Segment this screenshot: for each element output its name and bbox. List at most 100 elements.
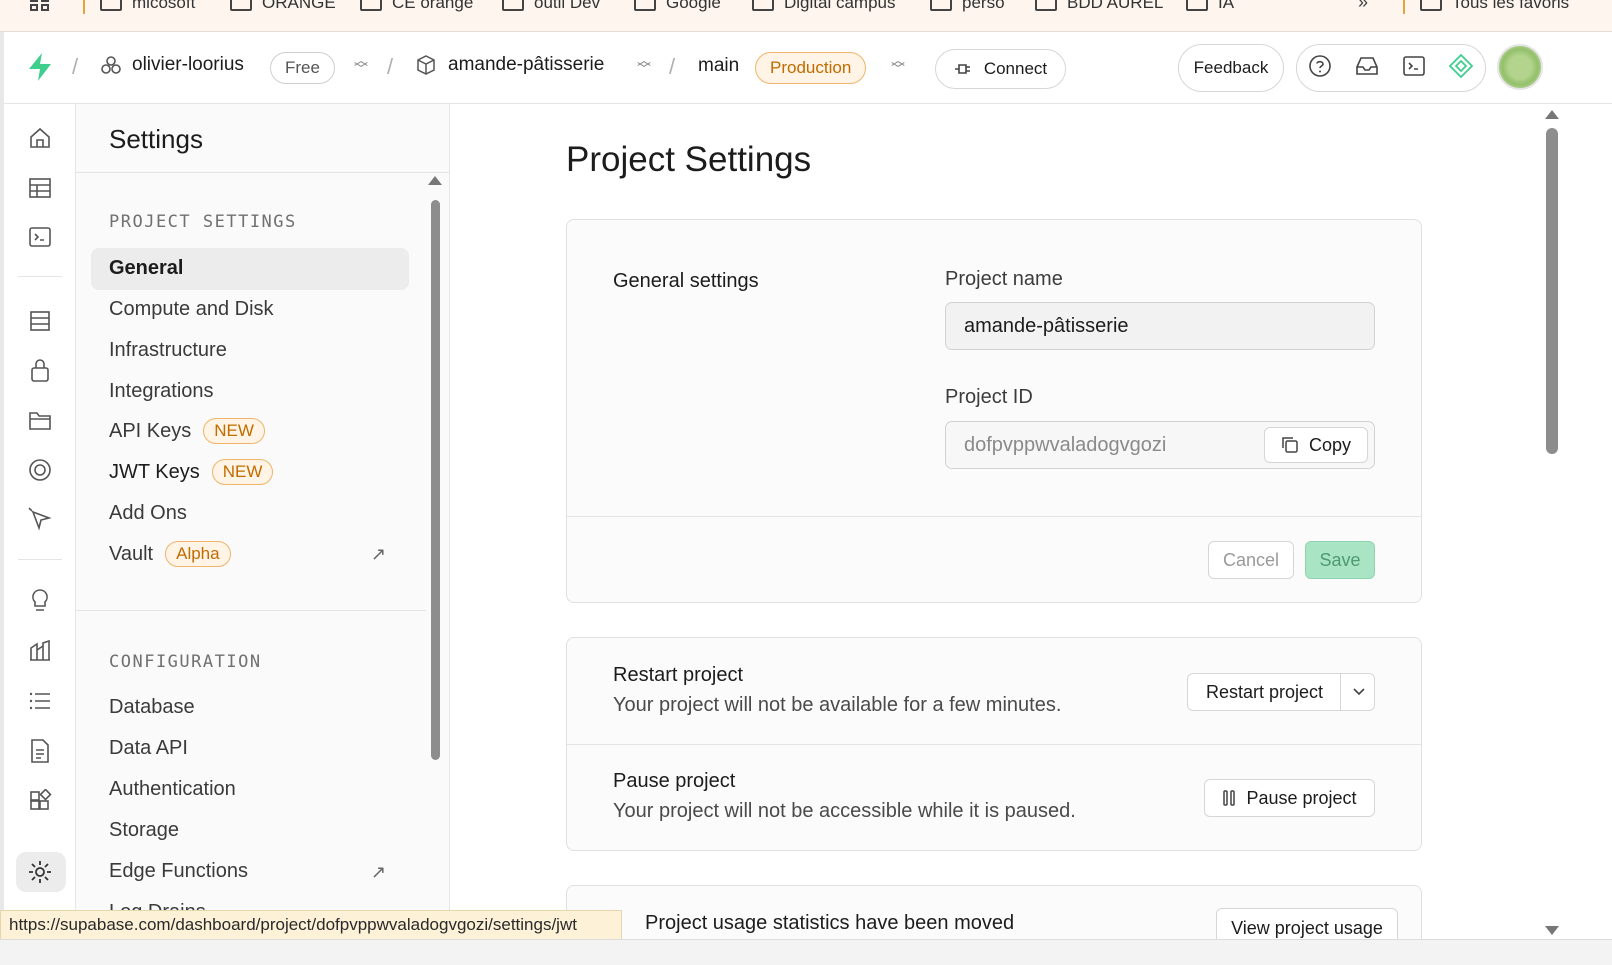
auth-lock-icon[interactable] [26, 356, 54, 384]
menu-item-infrastructure[interactable]: Infrastructure [109, 339, 227, 362]
menu-item-edge-functions[interactable]: Edge Functions [109, 860, 248, 883]
assistant-icon[interactable] [1448, 53, 1474, 84]
menu-item-authentication[interactable]: Authentication [109, 778, 236, 801]
org-switcher-chevrons-icon[interactable]: ︿ ﹀ [354, 53, 368, 76]
project-id-label: Project ID [945, 386, 1033, 408]
page-title: Project Settings [566, 140, 812, 179]
terminal-icon[interactable] [1402, 54, 1426, 83]
reports-icon[interactable] [26, 637, 54, 665]
menu-item-general[interactable]: General [109, 257, 183, 280]
cancel-button[interactable]: Cancel [1208, 541, 1294, 579]
supabase-logo-icon[interactable] [26, 52, 54, 82]
inbox-icon[interactable] [1354, 55, 1380, 82]
bookmark-label: Digital campus [784, 0, 896, 12]
view-project-usage-button[interactable]: View project usage [1216, 908, 1398, 939]
bookmark-folder[interactable]: Digital campus [752, 0, 896, 14]
environment-badge: Production [755, 52, 867, 84]
menu-scroll-up-arrow[interactable] [428, 176, 442, 185]
apps-grid-icon[interactable] [30, 0, 50, 12]
menu-item-compute-and-disk[interactable]: Compute and Disk [109, 298, 274, 321]
menu-item-label: Add Ons [109, 502, 187, 524]
page-scrollbar-thumb[interactable] [1546, 128, 1558, 454]
api-docs-icon[interactable] [26, 737, 54, 765]
menu-item-integrations[interactable]: Integrations [109, 380, 214, 403]
bookmark-folder[interactable]: ORANGE [230, 0, 336, 14]
home-icon[interactable] [26, 124, 54, 152]
rail-divider [18, 276, 62, 277]
page-scroll-up-arrow[interactable] [1545, 110, 1559, 119]
sql-editor-icon[interactable] [26, 223, 54, 251]
settings-gear-icon[interactable] [26, 858, 54, 886]
restart-project-label: Restart project [1206, 681, 1324, 702]
project-selector[interactable]: amande-pâtisserie [416, 54, 604, 76]
feedback-button[interactable]: Feedback [1178, 44, 1284, 92]
save-button[interactable]: Save [1305, 541, 1375, 579]
bookmark-folder[interactable]: micosoft [100, 0, 195, 14]
bookmarks-overflow-button[interactable]: » [1358, 0, 1368, 13]
bookmark-folder[interactable]: Google [634, 0, 721, 14]
menu-item-vault[interactable]: Vault Alpha [109, 541, 231, 567]
menu-item-label: Edge Functions [109, 860, 248, 882]
project-name-input[interactable]: amande-pâtisserie [945, 302, 1375, 350]
bookmark-label: ORANGE [262, 0, 336, 12]
menu-scrollbar-thumb[interactable] [431, 200, 440, 760]
branch-switcher-chevrons-icon[interactable]: ︿ ﹀ [891, 53, 905, 76]
project-actions-card: Restart project Your project will not be… [566, 637, 1422, 851]
toolbar-icon-group [1296, 44, 1486, 92]
menu-item-label: Authentication [109, 778, 236, 800]
usage-moved-title: Project usage statistics have been moved [645, 912, 1015, 934]
folder-icon [100, 0, 122, 11]
split-button-divider [1340, 673, 1341, 711]
copy-button[interactable]: Copy [1264, 427, 1368, 463]
help-icon[interactable] [1308, 54, 1332, 83]
project-box-icon [417, 55, 435, 75]
pause-icon [1223, 790, 1236, 806]
breadcrumb-separator: / [669, 54, 676, 79]
menu-item-data-api[interactable]: Data API [109, 737, 188, 760]
copy-icon [1282, 437, 1298, 453]
connect-button[interactable]: Connect [935, 49, 1066, 89]
bookmark-label: Google [666, 0, 721, 12]
menu-item-database[interactable]: Database [109, 696, 195, 719]
general-settings-card: General settings Project name amande-pât… [566, 219, 1422, 603]
restart-options-chevron-icon[interactable] [1347, 680, 1371, 704]
settings-menu: Settings PROJECT SETTINGS General Comput… [76, 104, 450, 939]
menu-item-label: Storage [109, 819, 180, 841]
table-editor-icon[interactable] [26, 174, 54, 202]
branch-name[interactable]: main [698, 55, 739, 77]
realtime-icon[interactable] [26, 456, 54, 484]
bookmark-folder[interactable]: IA [1186, 0, 1234, 14]
logs-icon[interactable] [26, 687, 54, 715]
project-switcher-chevrons-icon[interactable]: ︿ ﹀ [637, 53, 651, 76]
bookmark-folder[interactable]: outil Dev [502, 0, 600, 14]
page-scroll-down-arrow[interactable] [1545, 926, 1559, 935]
bookmark-folder[interactable]: CE orange [360, 0, 473, 14]
bookmark-folder[interactable]: perso [930, 0, 1005, 14]
bookmarks-bar: micosoft ORANGE CE orange outil Dev Goog… [0, 0, 1612, 32]
all-bookmarks-folder[interactable]: Tous les favoris [1420, 0, 1569, 14]
advisors-bulb-icon[interactable] [26, 587, 54, 615]
database-icon[interactable] [26, 307, 54, 335]
card-divider [567, 744, 1421, 745]
folder-icon [1186, 0, 1208, 11]
user-avatar[interactable] [1497, 44, 1543, 90]
menu-item-storage[interactable]: Storage [109, 819, 179, 842]
rail-divider [18, 559, 62, 560]
org-selector[interactable]: olivier-loorius [100, 54, 244, 76]
storage-icon[interactable] [26, 406, 54, 434]
general-settings-heading: General settings [613, 270, 759, 292]
breadcrumb-separator: / [387, 54, 394, 79]
pause-project-button[interactable]: Pause project [1204, 779, 1375, 817]
main-content: Project Settings General settings Projec… [450, 104, 1542, 939]
icon-rail [4, 104, 76, 939]
bookmark-folder[interactable]: BDD AUREL [1035, 0, 1163, 14]
menu-item-label: Integrations [109, 380, 214, 402]
menu-item-api-keys[interactable]: API Keys NEW [109, 418, 265, 444]
integrations-icon[interactable] [26, 787, 54, 815]
copy-label: Copy [1308, 434, 1352, 455]
top-navigation: / olivier-loorius Free ︿ ﹀ / amande-pâtis… [4, 32, 1612, 104]
card-divider [567, 516, 1421, 517]
edge-functions-icon[interactable] [26, 505, 54, 533]
menu-item-jwt-keys[interactable]: JWT Keys NEW [109, 459, 274, 485]
menu-item-add-ons[interactable]: Add Ons [109, 502, 187, 525]
